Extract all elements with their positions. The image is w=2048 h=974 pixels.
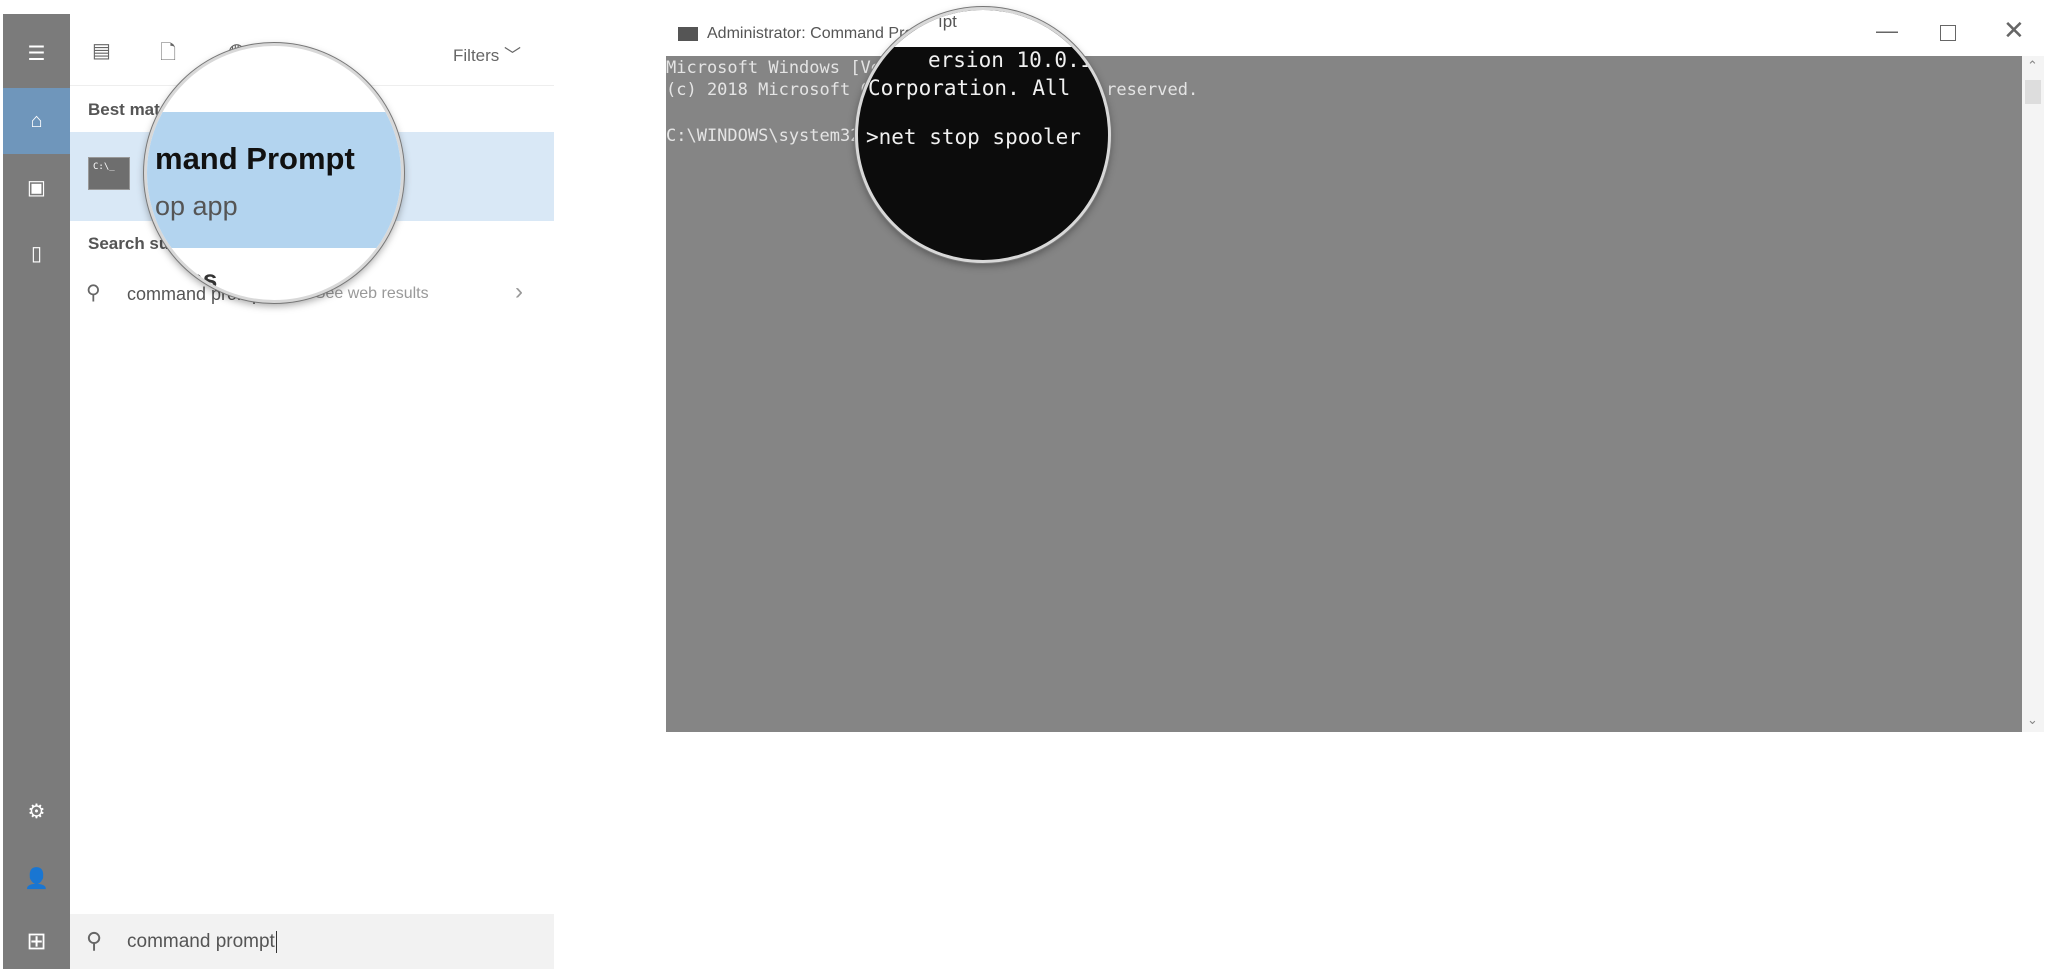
- settings-icon[interactable]: ⚙: [3, 786, 70, 836]
- magnifier-search: mand Prompt op app ns: [144, 43, 404, 303]
- magnified-line: ersion 10.0.171: [928, 48, 1111, 72]
- magnified-title-bar: [858, 10, 1108, 47]
- search-icon: ⚲: [86, 282, 101, 304]
- scrollbar[interactable]: ⌃ ⌄: [2022, 56, 2044, 732]
- notebook-icon[interactable]: ▣: [3, 162, 70, 212]
- magnified-line: >net stop spooler: [866, 125, 1081, 149]
- windows-icon[interactable]: ⊞: [3, 914, 70, 969]
- filters-button[interactable]: Filters ﹀: [453, 41, 521, 66]
- cmd-window-icon: [678, 27, 698, 41]
- documents-filter-icon[interactable]: 🗋: [160, 38, 176, 72]
- magnified-subtitle: op app: [155, 191, 238, 221]
- chevron-down-icon: ﹀: [504, 46, 522, 65]
- magnified-fragment: ns: [187, 264, 218, 294]
- apps-filter-icon[interactable]: ▤: [92, 38, 111, 63]
- magnified-line: Corporation. All: [868, 76, 1071, 100]
- scroll-thumb[interactable]: [2025, 80, 2041, 104]
- chevron-right-icon: ›: [515, 278, 523, 305]
- search-box[interactable]: ⚲ command prompt: [70, 914, 554, 969]
- feedback-icon[interactable]: 👤: [3, 853, 70, 903]
- search-icon: ⚲: [86, 928, 103, 953]
- menu-icon[interactable]: ☰: [3, 28, 70, 78]
- command-prompt-app-icon: C:\_: [88, 157, 130, 190]
- close-button[interactable]: ✕: [2003, 15, 2025, 46]
- filters-label: Filters: [453, 46, 500, 65]
- search-input[interactable]: command prompt: [127, 931, 277, 953]
- home-icon[interactable]: ⌂: [3, 88, 70, 154]
- device-icon[interactable]: ▯: [3, 228, 70, 278]
- magnified-title: ıpt: [938, 12, 957, 31]
- magnified-title: mand Prompt: [155, 141, 355, 176]
- scroll-down-icon[interactable]: ⌄: [2027, 712, 2038, 728]
- magnifier-console: ıpt ersion 10.0.171 Corporation. All >ne…: [855, 7, 1111, 263]
- scroll-up-icon[interactable]: ⌃: [2027, 58, 2038, 74]
- start-sidebar: ☰ ⌂ ▣ ▯ ⚙ 👤 ⊞: [3, 14, 70, 969]
- magnified-highlight: [147, 112, 401, 248]
- maximize-button[interactable]: [1940, 25, 1956, 41]
- minimize-button[interactable]: —: [1876, 18, 1898, 44]
